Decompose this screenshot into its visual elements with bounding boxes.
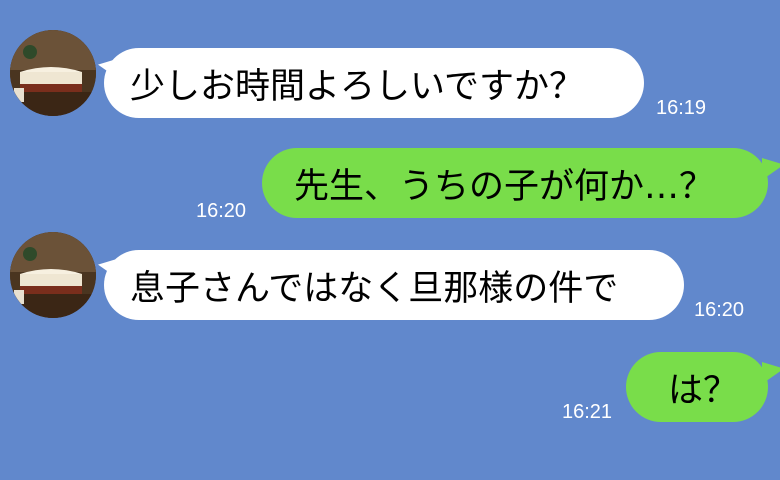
message-timestamp: 16:21 (562, 401, 613, 423)
message-bubble[interactable]: 少しお時間よろしいですか？ (104, 48, 644, 118)
book-avatar-icon[interactable] (10, 30, 96, 116)
bubble-tail (762, 362, 780, 384)
message-text: 息子さんではなく旦那様の件で (130, 268, 619, 309)
bubble-tail (762, 158, 780, 180)
message-bubble[interactable]: 息子さんではなく旦那様の件で (104, 250, 684, 320)
message-bubble[interactable]: 先生、うちの子が何か…？ (262, 148, 768, 218)
message-text: 先生、うちの子が何か…？ (294, 166, 715, 207)
book-avatar-icon[interactable] (10, 232, 96, 318)
message-timestamp: 16:20 (196, 200, 247, 222)
message-timestamp: 16:20 (694, 299, 745, 321)
message-bubble[interactable]: は？ (626, 352, 768, 422)
message-timestamp: 16:19 (656, 97, 707, 119)
chat-window: 少しお時間よろしいですか？ 16:19 先生、うちの子が何か…？ 16:20 息… (0, 0, 780, 480)
message-text: は？ (668, 370, 739, 411)
message-text: 少しお時間よろしいですか？ (130, 66, 584, 107)
